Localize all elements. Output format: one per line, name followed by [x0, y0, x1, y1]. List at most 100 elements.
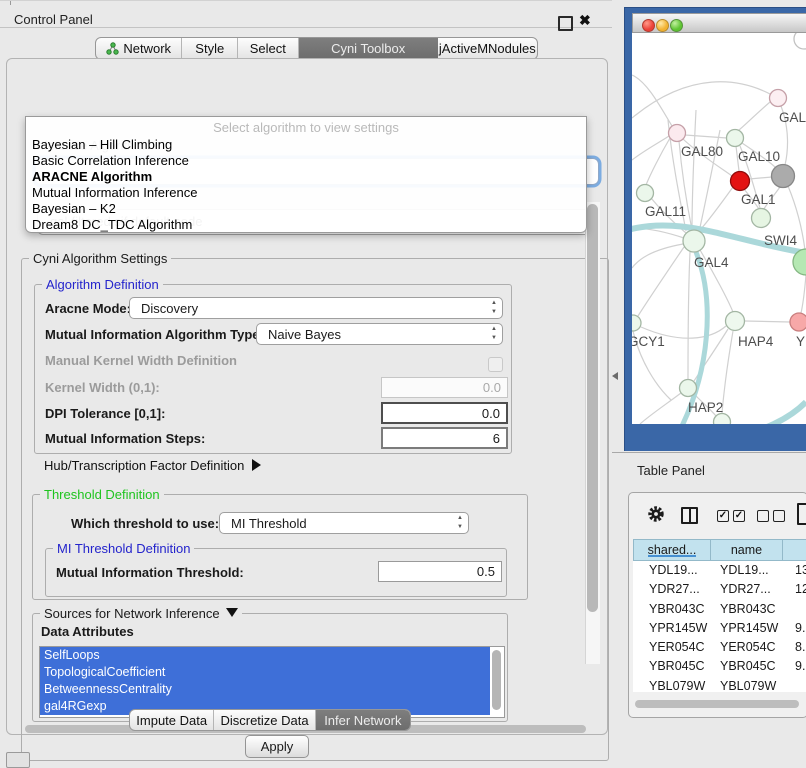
node-label-gal80: GAL80	[681, 144, 723, 159]
tab-impute-data[interactable]: Impute Data	[130, 710, 214, 730]
attribute-list-item[interactable]: BetweennessCentrality	[40, 681, 490, 698]
float-window-icon[interactable]	[558, 16, 573, 31]
manual-kernel-width-checkbox[interactable]	[488, 357, 503, 372]
column-header-name[interactable]: name	[710, 539, 782, 561]
attribute-list-item[interactable]: TopologicalCoefficient	[40, 664, 490, 681]
network-node-swi4[interactable]	[752, 209, 771, 228]
sort-indicator	[648, 555, 696, 557]
table-cell: 9.	[782, 619, 806, 638]
node-attribute-table[interactable]: shared... name YDL19...YDL19...13YDR27..…	[633, 539, 806, 692]
data-attributes-list[interactable]: SelfLoopsTopologicalCoefficientBetweenne…	[39, 646, 505, 718]
algorithm-definition-group: Algorithm Definition Aracne Mode: Discov…	[34, 284, 512, 454]
table-row[interactable]: YBR043CYBR043C	[633, 600, 806, 619]
table-cell: YDR27...	[633, 580, 710, 599]
dropdown-item-mutual-information[interactable]: Mutual Information Inference	[32, 185, 197, 201]
column-selector-icon[interactable]	[681, 507, 698, 524]
mi-threshold-label: Mutual Information Threshold:	[56, 565, 244, 580]
table-cell	[782, 600, 806, 619]
window-minimize-icon[interactable]	[656, 19, 669, 32]
kernel-width-label: Kernel Width (0,1):	[45, 380, 160, 395]
close-icon[interactable]: ✖	[579, 12, 591, 29]
which-threshold-combobox[interactable]: MI Threshold ▲▼	[219, 512, 469, 534]
table-row[interactable]: YDR27...YDR27...12	[633, 580, 806, 599]
dropdown-item-bayesian-k2[interactable]: Bayesian – K2	[32, 201, 116, 217]
dropdown-item-dream8[interactable]: Dream8 DC_TDC Algorithm	[32, 217, 192, 233]
network-node-gal80[interactable]	[669, 125, 686, 142]
apply-button[interactable]: Apply	[245, 735, 309, 758]
tab-jactivemnodules[interactable]: jActiveMNodules	[438, 38, 537, 59]
network-node-gal11[interactable]	[637, 185, 654, 202]
dropdown-item-aracne[interactable]: ARACNE Algorithm	[32, 169, 152, 185]
tab-cyni-toolbox[interactable]: Cyni Toolbox	[299, 38, 438, 59]
column-header-partial[interactable]	[782, 539, 806, 561]
sources-title[interactable]: Sources for Network Inference	[40, 606, 242, 621]
table-cell: YER054C	[710, 638, 782, 657]
tab-network[interactable]: Network	[96, 38, 182, 59]
table-row[interactable]: YDL19...YDL19...13	[633, 561, 806, 580]
tab-select[interactable]: Select	[238, 38, 299, 59]
settings-scrollbar-thumb[interactable]	[587, 204, 598, 612]
bottom-corner-button[interactable]	[6, 752, 30, 768]
tab-discretize-data[interactable]: Discretize Data	[214, 710, 315, 730]
control-panel-tab-strip: Network Style Select Cyni Toolbox jActiv…	[95, 37, 538, 60]
hub-transcription-factor-expander[interactable]: Hub/Transcription Factor Definition	[44, 458, 261, 473]
window-close-icon[interactable]	[642, 19, 655, 32]
window-zoom-icon[interactable]	[670, 19, 683, 32]
unchecked-checkbox-icon[interactable]	[773, 510, 785, 522]
network-node[interactable]	[714, 414, 731, 425]
network-node-gal10[interactable]	[727, 130, 744, 147]
network-node-hap2[interactable]	[680, 380, 697, 397]
dpi-tolerance-label: DPI Tolerance [0,1]:	[45, 406, 165, 421]
node-label-gal11: GAL11	[645, 204, 686, 219]
algorithm-dropdown-popup: Select algorithm to view settings Bayesi…	[25, 116, 587, 233]
network-node-gal7[interactable]	[770, 90, 787, 107]
table-row[interactable]: YER054CYER054C8.	[633, 638, 806, 657]
mi-threshold-field[interactable]: 0.5	[378, 561, 502, 582]
network-node-gcy1[interactable]	[632, 315, 641, 331]
mi-steps-field[interactable]: 6	[381, 427, 508, 449]
expand-right-icon	[252, 459, 261, 471]
network-node-gal1[interactable]	[731, 172, 750, 191]
tab-infer-network[interactable]: Infer Network	[316, 710, 410, 730]
table-panel-box: ✓ ✓ shared... name YDL19...YDL19...13YDR…	[628, 492, 806, 718]
unchecked-checkbox-icon[interactable]	[757, 510, 769, 522]
node-label-gal1: GAL1	[741, 192, 776, 207]
threshold-definition-title: Threshold Definition	[40, 487, 164, 502]
dropdown-item-basic-correlation[interactable]: Basic Correlation Inference	[32, 153, 189, 169]
attribute-list-item[interactable]: SelfLoops	[40, 647, 490, 664]
combo-arrows-icon: ▲▼	[491, 325, 497, 343]
network-canvas[interactable]: GAL7GAL80GAL10GAL1GAL11SWI4GAL4GCY1HAP4Y…	[632, 33, 806, 424]
dropdown-item-bayesian-hill-climbing[interactable]: Bayesian – Hill Climbing	[32, 137, 172, 153]
network-node[interactable]	[772, 165, 795, 188]
checked-checkbox-icon[interactable]: ✓	[733, 510, 745, 522]
panel-divider-collapse-icon[interactable]	[612, 372, 618, 380]
network-node-hap4[interactable]	[726, 312, 745, 331]
document-icon[interactable]	[797, 503, 806, 525]
network-icon	[106, 42, 119, 55]
mi-algorithm-type-combobox[interactable]: Naive Bayes ▲▼	[256, 323, 503, 345]
table-horizontal-scrollbar[interactable]	[635, 700, 799, 708]
checked-checkbox-icon[interactable]: ✓	[717, 510, 729, 522]
column-header-shared-name[interactable]: shared...	[633, 539, 710, 561]
network-node-gal4[interactable]	[683, 230, 705, 252]
table-row[interactable]: YBL079WYBL079W	[633, 677, 806, 692]
manual-kernel-width-label: Manual Kernel Width Definition	[45, 353, 237, 368]
gear-icon[interactable]	[647, 505, 665, 523]
node-label-y: Y	[796, 334, 805, 349]
network-node[interactable]	[794, 33, 806, 49]
tab-style[interactable]: Style	[182, 38, 238, 59]
table-cell: 13	[782, 561, 806, 580]
sources-for-network-inference-group: Sources for Network Inference Data Attri…	[32, 613, 508, 722]
table-row[interactable]: YPR145WYPR145W9.	[633, 619, 806, 638]
control-panel-title: Control Panel	[14, 12, 93, 27]
table-row[interactable]: YBR045CYBR045C9.	[633, 657, 806, 676]
node-label-gal10: GAL10	[738, 149, 780, 164]
aracne-mode-combobox[interactable]: Discovery ▲▼	[129, 297, 503, 319]
attribute-list-scrollbar[interactable]	[492, 650, 501, 710]
kernel-width-field[interactable]: 0.0	[381, 377, 508, 398]
dpi-tolerance-field[interactable]: 0.0	[381, 402, 508, 424]
network-window-titlebar[interactable]	[632, 13, 806, 33]
network-node-y[interactable]	[790, 313, 806, 331]
table-panel-title: Table Panel	[637, 463, 705, 478]
collapse-down-icon	[226, 608, 238, 617]
